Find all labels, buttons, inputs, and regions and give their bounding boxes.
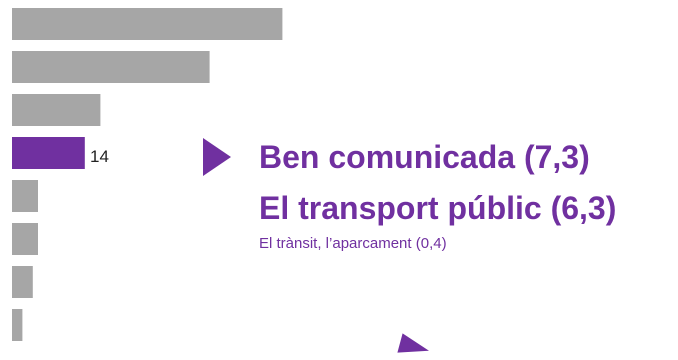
bar xyxy=(12,8,283,40)
bar-data-label: 14 xyxy=(90,147,109,166)
callout-minor: El trànsit, l’aparcament (0,4) xyxy=(259,235,447,252)
triangle-right-icon xyxy=(203,138,231,176)
bar xyxy=(12,223,38,255)
callout-headline: Ben comunicada (7,3) xyxy=(259,139,590,175)
bar-highlight xyxy=(12,137,85,169)
bar xyxy=(12,51,210,83)
callout-subline: El transport públic (6,3) xyxy=(259,190,617,226)
bar xyxy=(12,180,38,212)
bar xyxy=(12,94,101,126)
bar xyxy=(12,309,23,341)
bar xyxy=(12,266,33,298)
